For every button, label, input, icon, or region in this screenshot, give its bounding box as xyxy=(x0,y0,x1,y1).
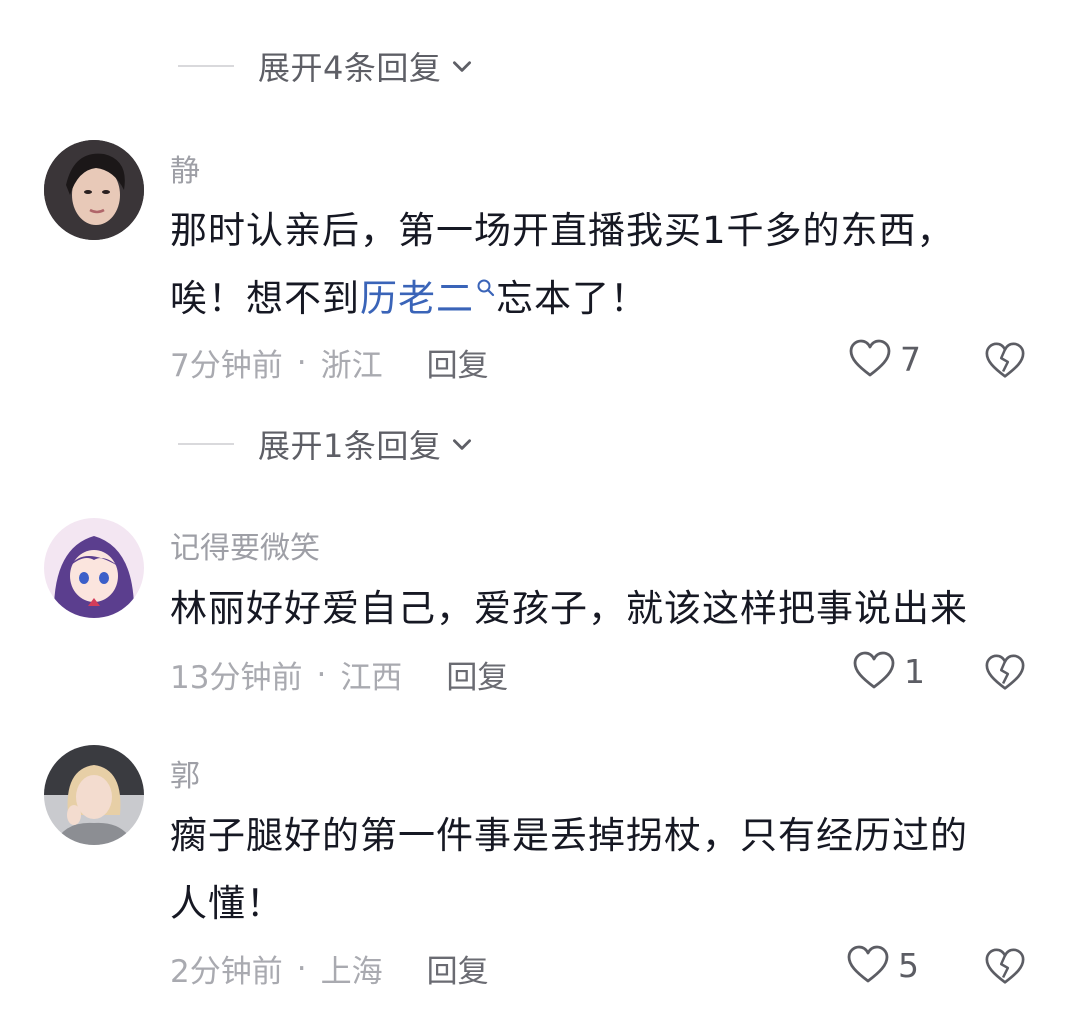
comment-username[interactable]: 静 xyxy=(170,146,200,190)
expand-replies-button[interactable]: 展开1条回复 xyxy=(178,420,475,468)
avatar-image xyxy=(44,745,144,845)
avatar[interactable] xyxy=(44,518,144,618)
comment-location: 浙江 xyxy=(320,348,383,384)
search-icon xyxy=(477,279,495,296)
meta-separator: · xyxy=(296,344,307,381)
expand-replies-label: 展开4条回复 xyxy=(258,49,442,87)
comment-content: 瘸子腿好的第一件事是丢掉拐杖，只有经历过的 人懂！ xyxy=(170,802,1040,938)
broken-heart-icon[interactable] xyxy=(984,947,1026,987)
divider-line xyxy=(178,65,234,67)
comment-text: 忘本了！ xyxy=(496,277,648,320)
comment-text: 唉！想不到 xyxy=(170,277,360,320)
comment-time: 2分钟前 xyxy=(170,954,283,990)
heart-outline-icon xyxy=(847,945,889,983)
like-count: 5 xyxy=(898,945,919,985)
heart-outline-icon xyxy=(853,651,895,689)
comment-meta: 7分钟前 · 浙江 回复 xyxy=(170,340,489,385)
comment-content: 林丽好好爱自己，爱孩子，就该这样把事说出来 xyxy=(170,575,1040,643)
like-button[interactable]: 7 xyxy=(848,339,921,379)
reply-button[interactable]: 回复 xyxy=(446,652,508,697)
avatar[interactable] xyxy=(44,745,144,845)
avatar-image xyxy=(44,518,144,618)
expand-replies-button[interactable]: 展开4条回复 xyxy=(178,42,475,90)
comment-location: 上海 xyxy=(320,954,383,990)
like-button[interactable]: 5 xyxy=(846,945,919,985)
like-count: 7 xyxy=(900,339,921,379)
avatar[interactable] xyxy=(44,140,144,240)
expand-replies-label: 展开1条回复 xyxy=(258,427,442,465)
comment-content: 那时认亲后，第一场开直播我买1千多的东西， 唉！想不到历老二 忘本了！ xyxy=(170,197,1040,333)
comment-meta: 2分钟前 · 上海 回复 xyxy=(170,946,489,991)
comment-location: 江西 xyxy=(340,660,403,696)
broken-heart-icon[interactable] xyxy=(984,653,1026,693)
meta-separator: · xyxy=(296,950,307,987)
comment-meta: 13分钟前 · 江西 回复 xyxy=(170,652,508,697)
chevron-down-icon xyxy=(453,61,472,72)
reply-button[interactable]: 回复 xyxy=(427,340,489,385)
comment-text: 瘸子腿好的第一件事是丢掉拐杖，只有经历过的 xyxy=(170,814,968,857)
reply-button[interactable]: 回复 xyxy=(427,946,489,991)
comment-username[interactable]: 记得要微笑 xyxy=(170,523,320,567)
like-count: 1 xyxy=(904,651,925,691)
comment-time: 7分钟前 xyxy=(170,348,283,384)
chevron-down-icon xyxy=(453,439,472,450)
mention-label: 历老二 xyxy=(360,277,474,320)
broken-heart-icon[interactable] xyxy=(984,341,1026,381)
mention-link[interactable]: 历老二 xyxy=(360,277,496,320)
comment-text: 那时认亲后，第一场开直播我买1千多的东西， xyxy=(170,209,955,252)
comment-time: 13分钟前 xyxy=(170,660,303,696)
divider-line xyxy=(178,443,234,445)
heart-outline-icon xyxy=(849,339,891,377)
comment-username[interactable]: 郭 xyxy=(170,751,200,795)
meta-separator: · xyxy=(316,656,327,693)
like-button[interactable]: 1 xyxy=(852,651,925,691)
comment-text: 林丽好好爱自己，爱孩子，就该这样把事说出来 xyxy=(170,587,968,630)
avatar-image xyxy=(44,140,144,240)
comment-text: 人懂！ xyxy=(170,882,284,925)
